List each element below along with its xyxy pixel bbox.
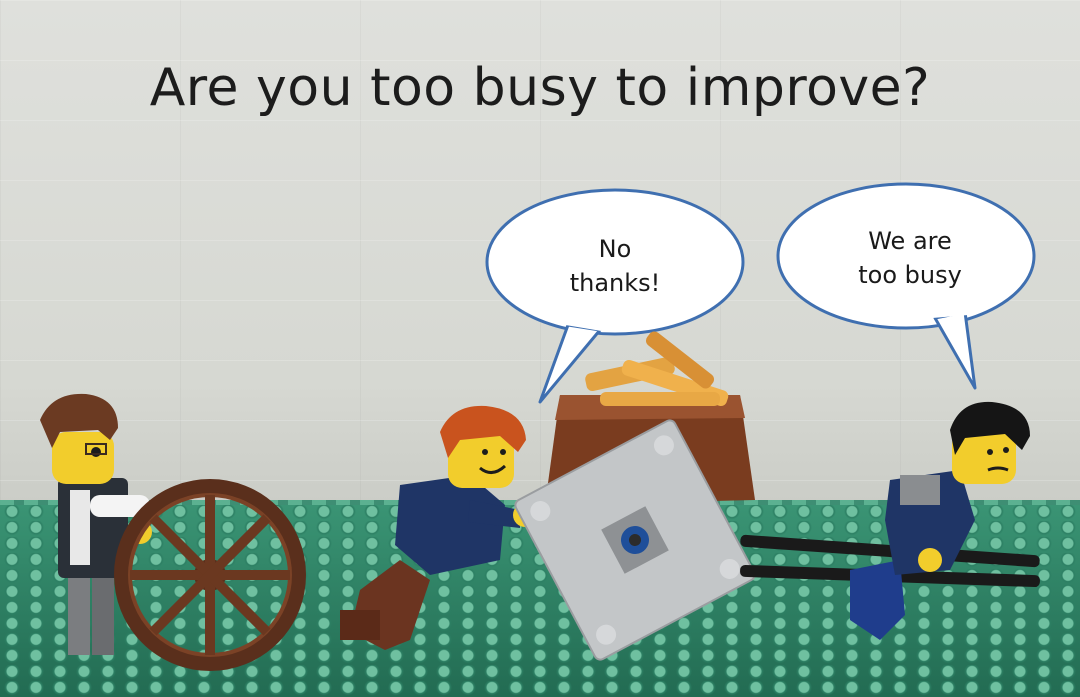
minifig-right [850, 401, 1030, 640]
firewood-pile [585, 331, 729, 407]
speech-bubble-left-text: No thanks! [535, 232, 695, 300]
bubble-right-line1: We are [868, 227, 952, 255]
wagon-wheel [114, 479, 306, 671]
bubble-left-line1: No [598, 235, 632, 263]
lego-scene: Are you too busy to improve? No thanks! … [0, 0, 1080, 697]
figures-illustration [40, 182, 1040, 671]
bubble-right-line2: too busy [858, 261, 962, 289]
bubble-left-line2: thanks! [569, 269, 661, 297]
speech-bubble-right-text: We are too busy [820, 224, 1000, 292]
minifig-middle [340, 405, 537, 650]
